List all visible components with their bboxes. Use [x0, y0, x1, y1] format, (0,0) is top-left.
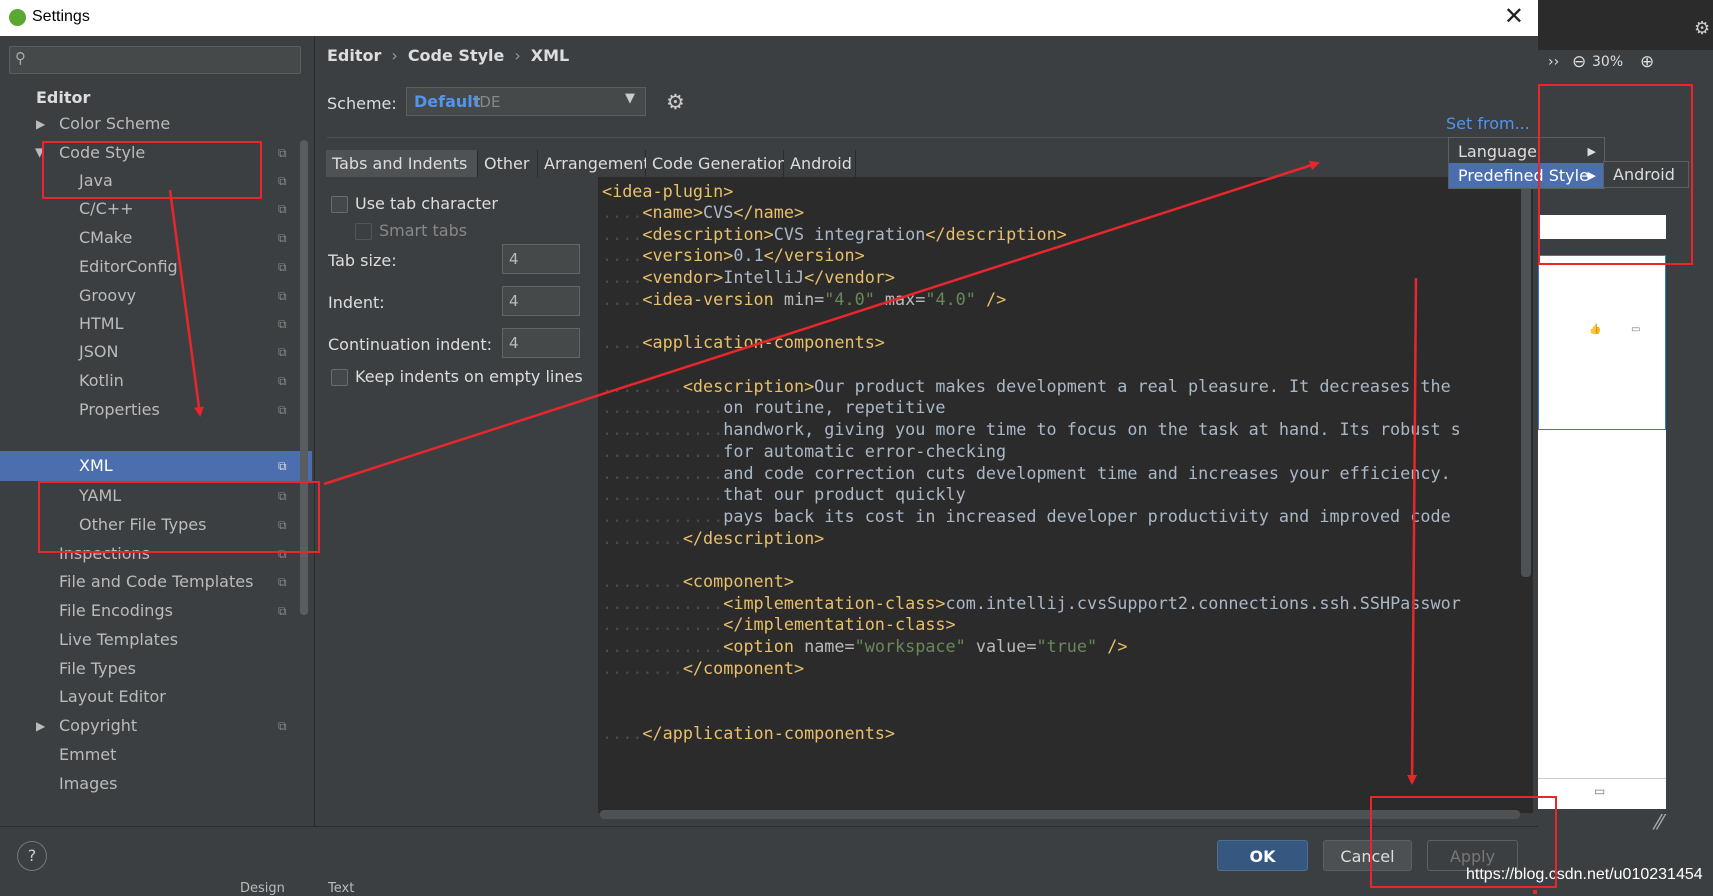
annotation-arrow-tree [168, 189, 204, 417]
annotation-arrows [168, 160, 1418, 785]
annotation-arrow-apply [1407, 277, 1418, 785]
annotation-arrow-set-from [323, 160, 1320, 486]
